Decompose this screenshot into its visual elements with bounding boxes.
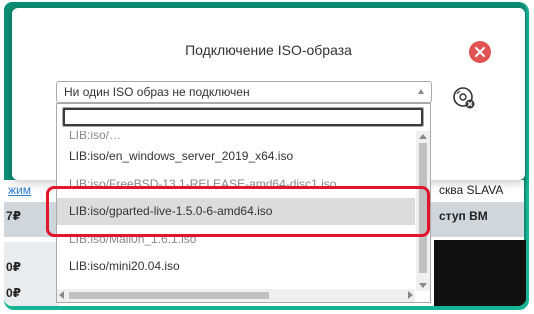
scroll-up-icon[interactable] [419, 134, 427, 139]
dropdown-option[interactable]: LIB:iso/FreeBSD-13.1-RELEASE-amd64-disc1… [57, 171, 415, 198]
scroll-left-icon[interactable] [59, 291, 64, 299]
background-access-label: ступ ВМ [439, 209, 488, 223]
eject-iso-button[interactable] [452, 86, 476, 110]
iso-select-value: Ни один ISO образ не подключен [64, 85, 250, 99]
background-price-1: 7₽ [6, 209, 22, 223]
scroll-right-icon[interactable] [408, 291, 413, 299]
close-icon [475, 47, 485, 57]
scrollbar-thumb[interactable] [419, 143, 427, 273]
chevron-up-icon [418, 89, 424, 94]
dropdown-search-input[interactable] [63, 108, 423, 126]
close-button[interactable] [469, 41, 491, 63]
iso-dropdown: LIB:iso/… LIB:iso/en_windows_server_2019… [56, 103, 431, 303]
background-server-label: сква SLAVA [439, 183, 504, 197]
dropdown-option[interactable]: LIB:iso/mini20.04.iso [57, 253, 415, 280]
scrollbar-thumb[interactable] [69, 292, 269, 299]
background-price-3: 0₽ [6, 286, 22, 300]
dropdown-search[interactable] [62, 107, 424, 127]
dropdown-vertical-scrollbar[interactable] [416, 131, 430, 291]
dropdown-options: LIB:iso/… LIB:iso/en_windows_server_2019… [57, 131, 415, 291]
dropdown-option-selected[interactable]: LIB:iso/gparted-live-1.5.0-6-amd64.iso [57, 198, 415, 225]
iso-select[interactable]: Ни один ISO образ не подключен [56, 81, 432, 103]
disc-eject-icon [453, 87, 475, 109]
dropdown-option[interactable]: LIB:iso/Mail0n_1.6.1.iso [57, 226, 415, 253]
dialog-title: Подключение ISO-образа [185, 42, 352, 58]
dropdown-horizontal-scrollbar[interactable] [57, 289, 415, 302]
background-price-2: 0₽ [6, 260, 22, 274]
scroll-down-icon[interactable] [419, 283, 427, 288]
background-console-preview [434, 240, 526, 306]
background-link[interactable]: жим [8, 183, 31, 197]
dropdown-option[interactable]: LIB:iso/en_windows_server_2019_x64.iso [57, 143, 415, 170]
